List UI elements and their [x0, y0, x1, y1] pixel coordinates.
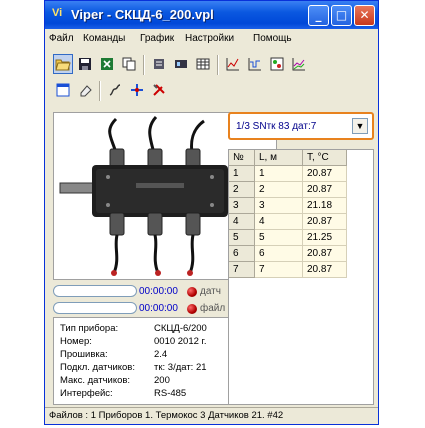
info-value: СКЦД-6/200: [154, 323, 207, 334]
viper-app-icon: Vi: [52, 7, 63, 19]
length-cell[interactable]: 4: [255, 214, 303, 230]
row-number[interactable]: 1: [229, 166, 255, 182]
sensor-map-icon[interactable]: [267, 54, 287, 74]
info-label: Прошивка:: [60, 349, 108, 360]
export-excel-icon[interactable]: [97, 54, 117, 74]
menu-settings[interactable]: Настройки: [185, 33, 234, 44]
window-title: Viper - СКЦД-6_200.vpl: [71, 7, 214, 22]
row-number[interactable]: 5: [229, 230, 255, 246]
length-cell[interactable]: 5: [255, 230, 303, 246]
row-number[interactable]: 6: [229, 246, 255, 262]
menu-chart[interactable]: График: [140, 33, 174, 44]
chart-icon[interactable]: [223, 54, 243, 74]
sensor-select[interactable]: 1/3 SNтк 83 дат:7 ▼: [228, 112, 374, 140]
sensor-timer: 00:00:00: [139, 286, 178, 297]
info-label: Тип прибора:: [60, 323, 119, 334]
menu-bar: Файл Команды График Настройки Помощь: [45, 29, 378, 49]
info-label: Интерфейс:: [60, 388, 113, 399]
close-button[interactable]: ✕: [354, 5, 375, 26]
device-add-icon[interactable]: [171, 54, 191, 74]
graph-icon[interactable]: [245, 54, 265, 74]
tools-icon[interactable]: [149, 80, 169, 100]
title-bar[interactable]: Vi Viper - СКЦД-6_200.vpl _ □ ✕: [45, 1, 378, 29]
temperature-cell[interactable]: 20.87: [303, 166, 347, 182]
info-value: тк: 3/дат: 21: [154, 362, 207, 373]
menu-file[interactable]: Файл: [49, 33, 74, 44]
app-window: Vi Viper - СКЦД-6_200.vpl _ □ ✕ Файл Ком…: [44, 0, 379, 425]
table-icon[interactable]: [193, 54, 213, 74]
minimize-button[interactable]: _: [308, 5, 329, 26]
device-list-icon[interactable]: [149, 54, 169, 74]
temperature-cell[interactable]: 20.87: [303, 246, 347, 262]
info-label: Подкл. датчиков:: [60, 362, 135, 373]
multi-chart-icon[interactable]: [289, 54, 309, 74]
row-number[interactable]: 3: [229, 198, 255, 214]
window-icon[interactable]: [53, 80, 73, 100]
main-toolbar: [49, 54, 374, 78]
info-label: Макс. датчиков:: [60, 375, 131, 386]
sensor-table: № L, м T, °C 1 1 20.87 2 2 20.87 3 3 21.…: [228, 149, 374, 405]
save-icon[interactable]: [75, 54, 95, 74]
info-value: 0010 2012 г.: [154, 336, 207, 347]
row-number[interactable]: 7: [229, 262, 255, 278]
sensor-led-icon: [187, 287, 197, 297]
row-number[interactable]: 2: [229, 182, 255, 198]
temperature-cell[interactable]: 21.25: [303, 230, 347, 246]
file-progress-field: [53, 302, 137, 314]
length-cell[interactable]: 1: [255, 166, 303, 182]
temperature-cell[interactable]: 20.87: [303, 214, 347, 230]
menu-commands[interactable]: Команды: [83, 33, 125, 44]
eraser-icon[interactable]: [75, 80, 95, 100]
copy-icon[interactable]: [119, 54, 139, 74]
maximize-button[interactable]: □: [331, 5, 352, 26]
length-cell[interactable]: 7: [255, 262, 303, 278]
secondary-toolbar: [49, 80, 249, 104]
sensor-select-value: 1/3 SNтк 83 дат:7: [236, 121, 317, 132]
column-header: T, °C: [303, 150, 347, 166]
temperature-cell[interactable]: 21.18: [303, 198, 347, 214]
column-header: L, м: [255, 150, 303, 166]
status-bar: Файлов : 1 Приборов 1. Термокос 3 Датчик…: [45, 407, 378, 424]
info-value: 2.4: [154, 349, 168, 360]
status-text: Файлов : 1 Приборов 1. Термокос 3 Датчик…: [49, 410, 284, 421]
column-header: №: [229, 150, 255, 166]
temperature-cell[interactable]: 20.87: [303, 262, 347, 278]
file-timer-label: файл: [200, 303, 226, 314]
info-value: RS-485: [154, 388, 187, 399]
length-cell[interactable]: 6: [255, 246, 303, 262]
length-cell[interactable]: 2: [255, 182, 303, 198]
open-folder-icon[interactable]: [53, 54, 73, 74]
file-timer: 00:00:00: [139, 303, 178, 314]
file-led-icon: [187, 304, 197, 314]
sensor-timer-label: датч: [200, 286, 221, 297]
temperature-cell[interactable]: 20.87: [303, 182, 347, 198]
menu-help[interactable]: Помощь: [253, 33, 292, 44]
probe-icon[interactable]: [105, 80, 125, 100]
info-label: Номер:: [60, 336, 92, 347]
chevron-down-icon[interactable]: ▼: [352, 118, 368, 134]
length-cell[interactable]: 3: [255, 198, 303, 214]
info-value: 200: [154, 375, 170, 386]
sensor-progress-field: [53, 285, 137, 297]
row-number[interactable]: 4: [229, 214, 255, 230]
network-icon[interactable]: [127, 80, 147, 100]
